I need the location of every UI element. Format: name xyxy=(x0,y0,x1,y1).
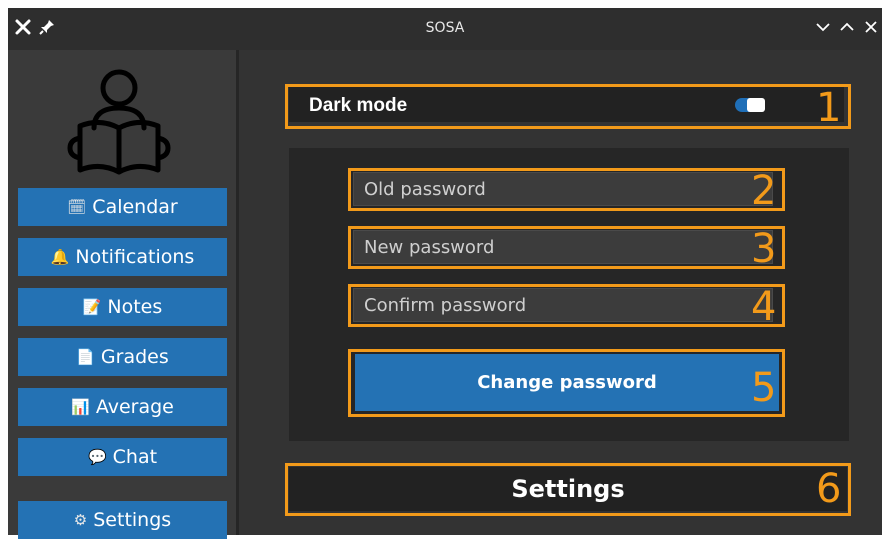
annotation-number: 4 xyxy=(751,284,777,330)
sidebar-item-notes[interactable]: 📝 Notes xyxy=(18,288,227,326)
sidebar-item-grades[interactable]: 📄 Grades xyxy=(18,338,227,376)
reader-icon xyxy=(64,66,174,178)
sidebar-item-label: Average xyxy=(95,396,174,418)
sidebar-item-notifications[interactable]: 🔔 Notifications xyxy=(18,238,227,276)
bell-icon: 🔔 xyxy=(50,248,70,266)
sidebar-item-label: Calendar xyxy=(92,196,178,218)
sidebar-item-settings[interactable]: ⚙ Settings xyxy=(18,501,227,539)
annotation-box-3 xyxy=(348,226,785,269)
sidebar: 🗓 Calendar 🔔 Notifications 📝 Notes 📄 Gra… xyxy=(8,50,236,539)
chart-icon: 📊 xyxy=(71,398,90,416)
calendar-icon: 🗓 xyxy=(67,198,87,216)
minimize-icon[interactable] xyxy=(812,16,834,38)
annotation-box-5 xyxy=(348,349,785,417)
annotation-number: 6 xyxy=(816,466,842,512)
sidebar-item-calendar[interactable]: 🗓 Calendar xyxy=(18,188,227,226)
sidebar-item-label: Chat xyxy=(112,446,158,468)
window-title: SOSA xyxy=(425,20,465,36)
title-bar: SOSA xyxy=(8,8,882,50)
maximize-icon[interactable] xyxy=(836,16,858,38)
settings-panel: Dark mode 1 2 3 4 Change password 5 Sett… xyxy=(239,50,882,535)
annotation-number: 3 xyxy=(751,226,777,272)
chat-icon: 💬 xyxy=(87,448,107,466)
sidebar-item-label: Settings xyxy=(93,509,172,531)
notes-icon: 📝 xyxy=(82,298,102,316)
gear-icon: ⚙ xyxy=(73,511,88,529)
annotation-number: 5 xyxy=(751,365,777,411)
document-icon: 📄 xyxy=(76,348,95,366)
annotation-box-2 xyxy=(348,168,785,211)
annotation-box-1 xyxy=(285,84,851,129)
sidebar-item-average[interactable]: 📊 Average xyxy=(18,388,227,426)
app-window: SOSA 🗓 Calendar 🔔 Notifications 📝 Notes … xyxy=(8,8,882,539)
sidebar-item-label: Notifications xyxy=(75,246,195,268)
close-window-icon[interactable] xyxy=(860,16,882,38)
sidebar-item-label: Notes xyxy=(107,296,163,318)
sidebar-item-label: Grades xyxy=(100,346,169,368)
sidebar-item-chat[interactable]: 💬 Chat xyxy=(18,438,227,476)
annotation-number: 2 xyxy=(751,168,777,214)
annotation-number: 1 xyxy=(816,85,842,131)
annotation-box-6 xyxy=(285,463,851,516)
annotation-box-4 xyxy=(348,284,785,327)
